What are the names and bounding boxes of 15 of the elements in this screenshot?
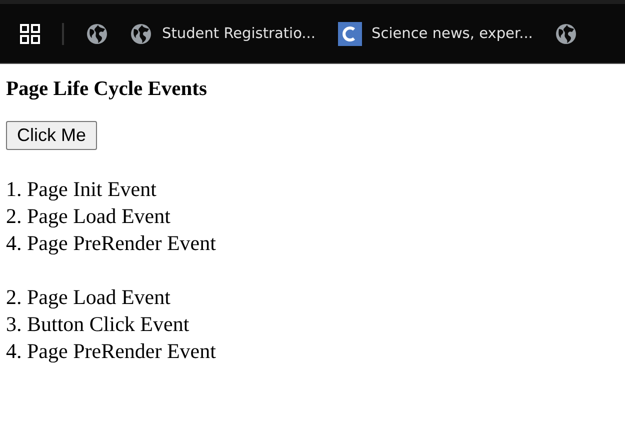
bookmark-link[interactable]: Science news, exper...	[372, 26, 533, 42]
bookmark-link[interactable]: Student Registratio...	[162, 26, 316, 42]
globe-icon	[130, 22, 152, 44]
event-line: 4. Page PreRender Event	[6, 230, 217, 257]
event-line: 1. Page Init Event	[6, 176, 158, 203]
event-line: 2. Page Load Event	[6, 284, 172, 311]
globe-icon	[554, 22, 577, 44]
click-me-button[interactable]: Click Me	[6, 121, 98, 150]
page-heading: Page Life Cycle Events	[6, 78, 208, 101]
event-line: 4. Page PreRender Event	[6, 338, 217, 365]
globe-icon	[86, 22, 108, 44]
event-line: 3. Button Click Event	[6, 311, 190, 338]
event-line: 2. Page Load Event	[6, 203, 172, 230]
c-logo-icon	[338, 22, 362, 46]
apps-grid-icon[interactable]	[20, 24, 40, 44]
